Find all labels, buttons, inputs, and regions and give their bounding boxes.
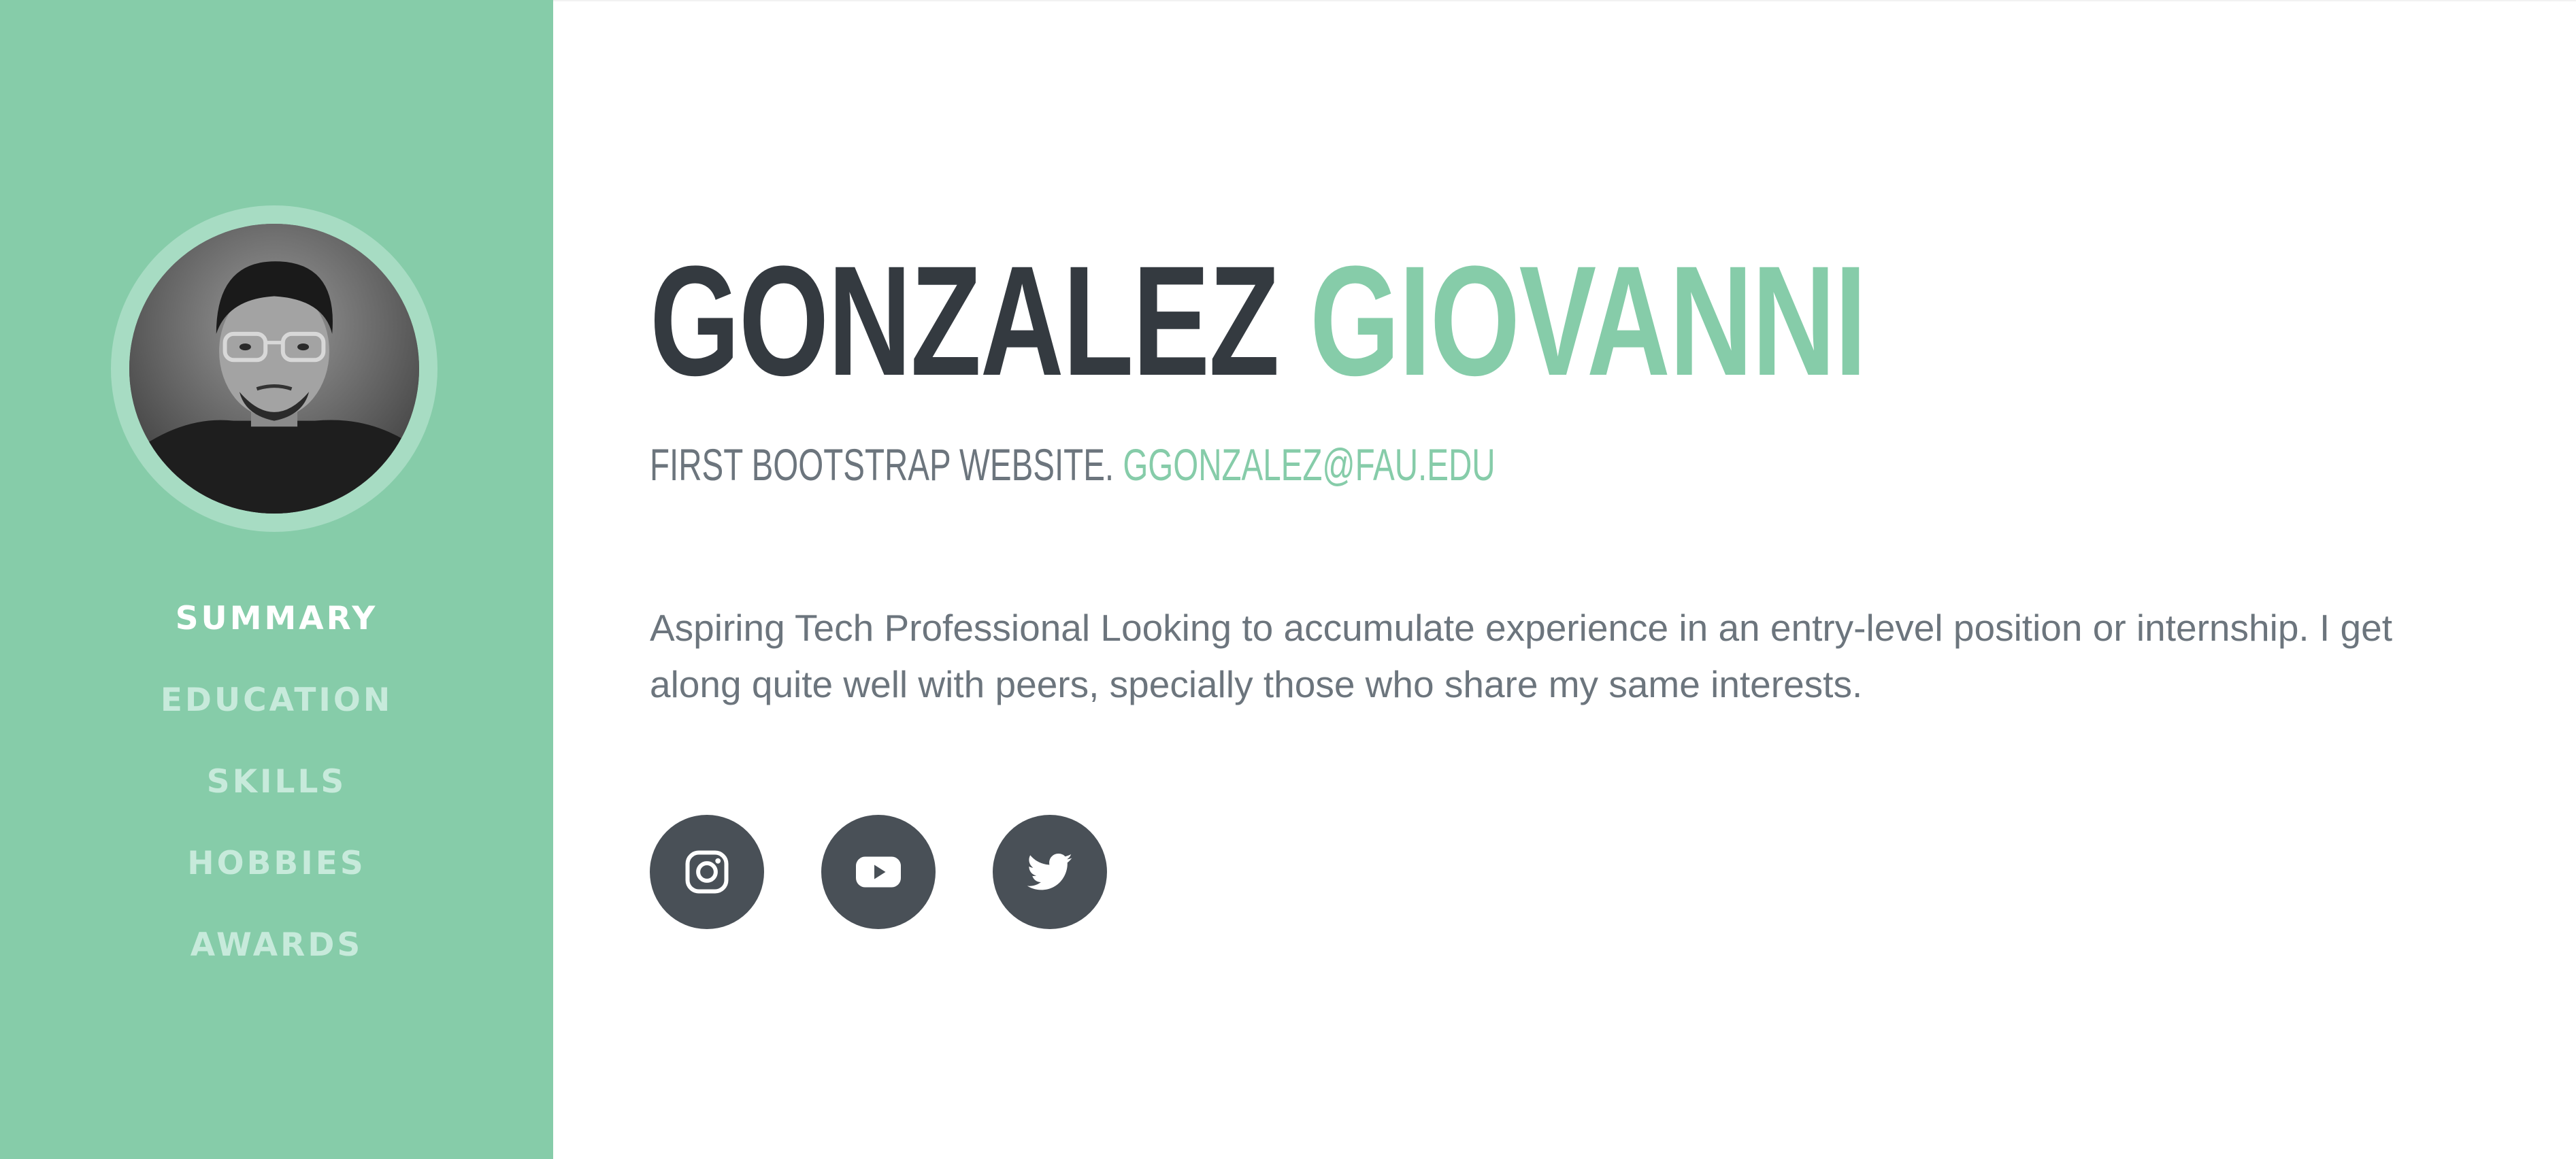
instagram-icon <box>685 850 729 894</box>
page-title: GONZALEZ GIOVANNI <box>650 243 1867 399</box>
social-icons <box>650 815 1107 929</box>
email-link[interactable]: GGONZALEZ@FAU.EDU <box>1123 439 1495 490</box>
nav-item-hobbies[interactable]: HOBBIES <box>0 823 553 905</box>
subheading: FIRST BOOTSTRAP WEBSITE. GGONZALEZ@FAU.E… <box>650 442 1496 487</box>
sidebar-nav: SUMMARY EDUCATION SKILLS HOBBIES AWARDS <box>0 578 553 986</box>
instagram-button[interactable] <box>650 815 764 929</box>
sidebar: SUMMARY EDUCATION SKILLS HOBBIES AWARDS <box>0 0 553 1159</box>
nav-item-summary[interactable]: SUMMARY <box>0 578 553 660</box>
twitter-icon <box>1027 854 1072 890</box>
nav-item-education[interactable]: EDUCATION <box>0 660 553 741</box>
twitter-button[interactable] <box>993 815 1107 929</box>
main-content: GONZALEZ GIOVANNI FIRST BOOTSTRAP WEBSIT… <box>553 0 2576 1159</box>
tagline: FIRST BOOTSTRAP WEBSITE. <box>650 439 1114 490</box>
youtube-icon <box>856 856 901 888</box>
profile-photo <box>129 224 419 514</box>
youtube-button[interactable] <box>821 815 936 929</box>
summary-text: Aspiring Tech Professional Looking to ac… <box>650 607 2392 705</box>
last-name: GONZALEZ <box>650 233 1280 408</box>
nav-item-awards[interactable]: AWARDS <box>0 905 553 986</box>
nav-item-skills[interactable]: SKILLS <box>0 741 553 823</box>
first-name: GIOVANNI <box>1309 233 1867 408</box>
avatar <box>129 224 419 514</box>
